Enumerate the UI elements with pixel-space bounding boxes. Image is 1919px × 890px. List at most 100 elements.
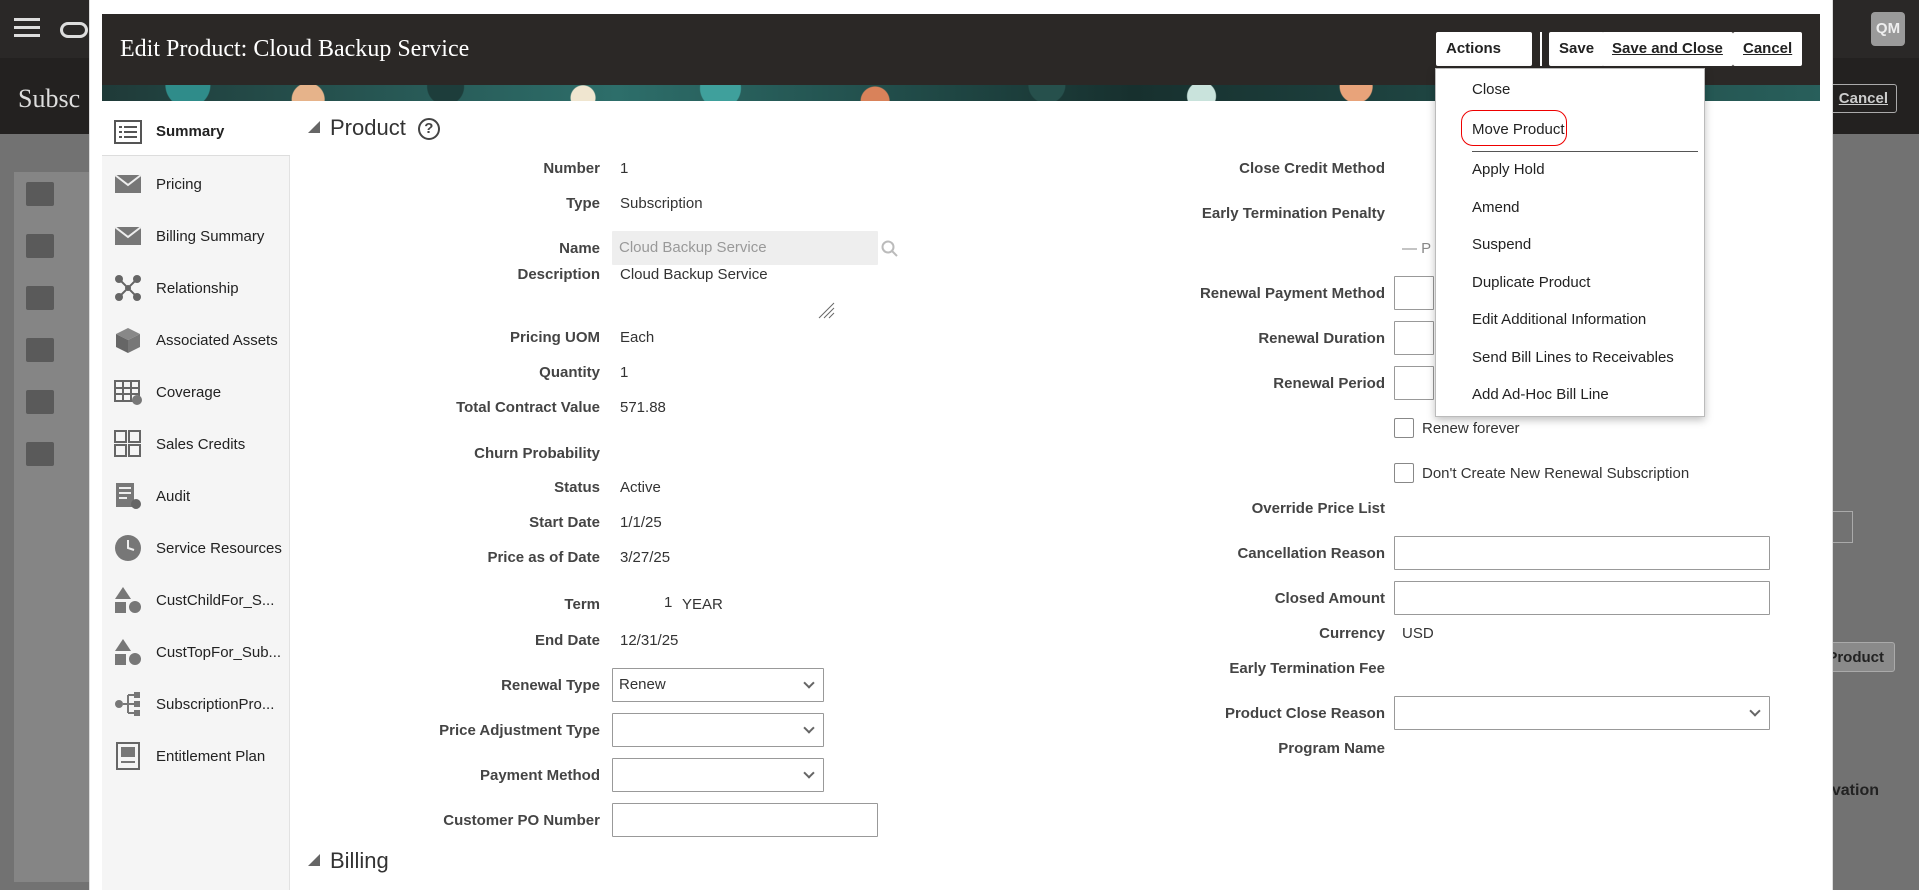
renewal-period-label: Renewal Period — [1273, 375, 1385, 392]
nav-item-relationship[interactable]: Relationship — [102, 264, 290, 312]
description-value[interactable]: Cloud Backup Service — [620, 266, 768, 283]
term-unit: YEAR — [682, 596, 723, 613]
program-name-label: Program Name — [1278, 740, 1385, 757]
chevron-down-icon — [803, 722, 815, 734]
dont-create-renewal-checkbox[interactable] — [1394, 463, 1414, 483]
save-and-close-button[interactable]: Save and Close — [1602, 32, 1733, 66]
currency-value: USD — [1402, 625, 1434, 642]
nav-item-summary[interactable]: Summary — [102, 108, 290, 156]
nav-label: Billing Summary — [156, 227, 265, 245]
background-sidebar-item — [26, 286, 96, 316]
nav-label: Service Resources — [156, 539, 282, 557]
menu-item-amend[interactable]: Amend — [1472, 199, 1520, 216]
partial-option-label: P — [1421, 240, 1432, 257]
nav-item-coverage[interactable]: Coverage — [102, 368, 290, 416]
churn-probability-label: Churn Probability — [474, 445, 600, 462]
renewal-payment-method-select[interactable] — [1394, 276, 1434, 310]
partial-radio-text: — P — [1402, 240, 1432, 257]
renew-forever-checkbox[interactable] — [1394, 418, 1414, 438]
menu-item-add-ad-hoc-bill-line[interactable]: Add Ad-Hoc Bill Line — [1472, 386, 1609, 403]
renewal-type-value: Renew — [619, 676, 666, 693]
quantity-label: Quantity — [539, 364, 600, 381]
product-section-header[interactable]: Product? — [308, 115, 440, 141]
product-close-reason-select[interactable] — [1394, 696, 1770, 730]
price-adjustment-type-label: Price Adjustment Type — [439, 722, 600, 739]
renewal-period-select[interactable] — [1394, 366, 1434, 400]
search-icon[interactable] — [881, 240, 899, 258]
product-close-reason-label: Product Close Reason — [1224, 705, 1385, 722]
dialog-title: Edit Product: Cloud Backup Service — [120, 36, 470, 62]
actions-label: Actions — [1446, 40, 1502, 57]
price-as-of-date-label: Price as of Date — [487, 549, 600, 566]
closed-amount-field[interactable] — [1394, 581, 1770, 615]
resize-handle-icon[interactable] — [817, 301, 835, 319]
renewal-duration-field[interactable] — [1394, 321, 1434, 355]
hamburger-menu-icon[interactable] — [14, 18, 40, 38]
nav-item-pricing[interactable]: Pricing — [102, 160, 290, 208]
collapse-triangle-icon[interactable] — [308, 121, 320, 133]
type-label: Type — [566, 195, 600, 212]
nav-item-custtopfor[interactable]: CustTopFor_Sub... — [102, 628, 290, 676]
nav-label: Audit — [156, 487, 191, 505]
menu-item-edit-additional-information[interactable]: Edit Additional Information — [1472, 311, 1646, 328]
toolbar-separator — [1540, 32, 1542, 66]
save-button[interactable]: Save — [1549, 32, 1605, 66]
nav-item-billing-summary[interactable]: Billing Summary — [102, 212, 290, 260]
menu-item-send-bill-lines[interactable]: Send Bill Lines to Receivables — [1472, 349, 1674, 366]
menu-item-close[interactable]: Close — [1472, 81, 1510, 98]
shapes-icon — [115, 639, 141, 665]
payment-method-select[interactable] — [612, 758, 824, 792]
term-value: 1 — [664, 594, 673, 611]
shapes-icon — [115, 587, 141, 613]
renew-forever-label: Renew forever — [1422, 420, 1520, 437]
nav-item-entitlement-plan[interactable]: Entitlement Plan — [102, 732, 290, 780]
billing-section-header[interactable]: Billing — [308, 848, 389, 874]
nav-label: Relationship — [156, 279, 239, 297]
collapse-triangle-icon[interactable] — [308, 854, 320, 866]
chevron-down-icon — [803, 767, 815, 779]
cube-icon — [116, 328, 140, 353]
nav-label: SubscriptionPro... — [156, 695, 275, 713]
nav-label: Summary — [156, 123, 225, 140]
nav-item-audit[interactable]: Audit — [102, 472, 290, 520]
nav-item-sales-credits[interactable]: Sales Credits — [102, 420, 290, 468]
side-navigation: Summary Pricing Billing Summary Relation… — [102, 108, 290, 890]
price-adjustment-type-select[interactable] — [612, 713, 824, 747]
sales-credits-icon — [114, 430, 141, 457]
cancellation-reason-field[interactable] — [1394, 536, 1770, 570]
renewal-payment-method-label: Renewal Payment Method — [1199, 285, 1385, 302]
user-avatar[interactable]: QM — [1871, 12, 1905, 46]
end-date-label: End Date — [534, 632, 600, 649]
clock-icon — [115, 535, 141, 561]
start-date-value: 1/1/25 — [620, 514, 662, 531]
menu-item-apply-hold[interactable]: Apply Hold — [1472, 161, 1545, 178]
customer-po-number-label: Customer PO Number — [443, 812, 600, 829]
plan-icon — [116, 742, 140, 770]
renewal-type-label: Renewal Type — [501, 677, 600, 694]
actions-button[interactable]: Actions — [1436, 32, 1532, 83]
background-cancel-button[interactable]: Cancel — [1829, 84, 1897, 113]
menu-item-suspend[interactable]: Suspend — [1472, 236, 1531, 253]
menu-separator — [1472, 151, 1698, 152]
background-column-header: vation — [1831, 782, 1879, 799]
closed-amount-label: Closed Amount — [1274, 590, 1385, 607]
nav-item-custchildfor[interactable]: CustChildFor_S... — [102, 576, 290, 624]
type-value: Subscription — [620, 195, 703, 212]
background-page-title: Subsc — [18, 84, 81, 113]
background-sidebar-item — [26, 234, 96, 264]
nav-label: Sales Credits — [156, 435, 246, 453]
nav-item-service-resources[interactable]: Service Resources — [102, 524, 290, 572]
list-icon — [114, 119, 142, 144]
renewal-type-select[interactable]: Renew — [612, 668, 824, 702]
nav-item-subscriptionpro[interactable]: SubscriptionPro... — [102, 680, 290, 728]
cancel-button[interactable]: Cancel — [1733, 32, 1803, 66]
description-label: Description — [517, 266, 600, 283]
nav-item-associated-assets[interactable]: Associated Assets — [102, 316, 290, 364]
help-icon[interactable]: ? — [417, 118, 440, 140]
customer-po-number-field[interactable] — [612, 803, 878, 837]
cancellation-reason-label: Cancellation Reason — [1237, 545, 1385, 562]
background-sidebar-item — [26, 338, 96, 368]
pricing-uom-label: Pricing UOM — [509, 329, 600, 346]
tcv-label: Total Contract Value — [456, 399, 600, 416]
menu-item-duplicate-product[interactable]: Duplicate Product — [1472, 274, 1590, 291]
